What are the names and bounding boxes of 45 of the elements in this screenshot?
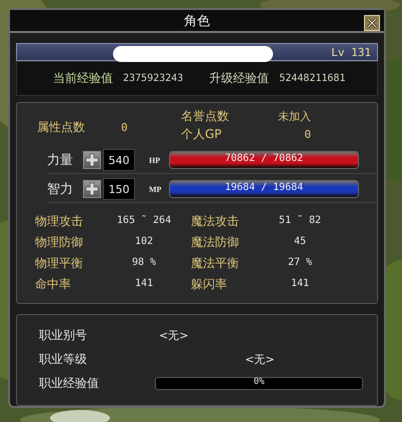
stat-label: 命中率: [35, 276, 72, 293]
job-label: 职业别号: [39, 326, 88, 344]
stat-value: 98 %: [130, 256, 158, 270]
stat-label: 魔法攻击: [191, 213, 240, 230]
close-icon[interactable]: [364, 15, 380, 31]
level-label: Lv 131: [331, 46, 371, 59]
fame-value: 未加入: [277, 109, 311, 125]
attribute-points-label: 属性点数: [37, 118, 86, 136]
exp-label: 升级经验值: [209, 70, 270, 88]
stat-value: 141: [290, 277, 310, 291]
stat-label: 魔法防御: [191, 234, 240, 251]
stat-value: 45: [292, 235, 308, 249]
stat-value: 51 ˜ 82: [278, 214, 322, 228]
stat-value: 102: [134, 235, 154, 249]
stat-label: 躲闪率: [191, 276, 228, 293]
attribute-points-value: 0: [121, 120, 129, 134]
plus-button[interactable]: [83, 151, 101, 169]
job-label: 职业等级: [39, 350, 88, 368]
job-exp-label: 职业经验值: [39, 374, 100, 392]
exp-label: 当前经验值: [53, 70, 113, 88]
attribute-value: 540: [103, 149, 135, 171]
bar-label: HP: [149, 156, 162, 164]
stat-label: 魔法平衡: [191, 255, 240, 272]
exp-value: 52448211681: [279, 73, 346, 84]
job-exp-reading: 0%: [252, 376, 266, 386]
stat-label: 物理防御: [35, 234, 84, 251]
window-title: 角色: [184, 12, 210, 30]
stat-label: 物理平衡: [35, 255, 84, 272]
stat-label: 物理攻击: [35, 213, 84, 230]
stat-value: 141: [134, 277, 154, 291]
attribute-label: 智力: [47, 181, 74, 198]
job-value: <无>: [159, 328, 188, 342]
job-value: <无>: [245, 352, 274, 366]
bar-label: MP: [149, 184, 162, 194]
bar-reading: 70862 / 70862: [224, 153, 304, 164]
bar-reading: 19684 / 19684: [224, 182, 304, 193]
stat-value: 165 ˜ 264: [116, 214, 172, 228]
attribute-label: 力量: [47, 152, 74, 169]
plus-button[interactable]: [83, 180, 101, 198]
attribute-value: 150: [103, 178, 135, 200]
fame-label: 名誉点数: [181, 109, 230, 125]
stat-value: 27 %: [286, 256, 314, 270]
exp-value: 2375923243: [123, 73, 184, 84]
personal-gp-value: 0: [303, 127, 311, 143]
personal-gp-label: 个人GP: [181, 127, 223, 143]
